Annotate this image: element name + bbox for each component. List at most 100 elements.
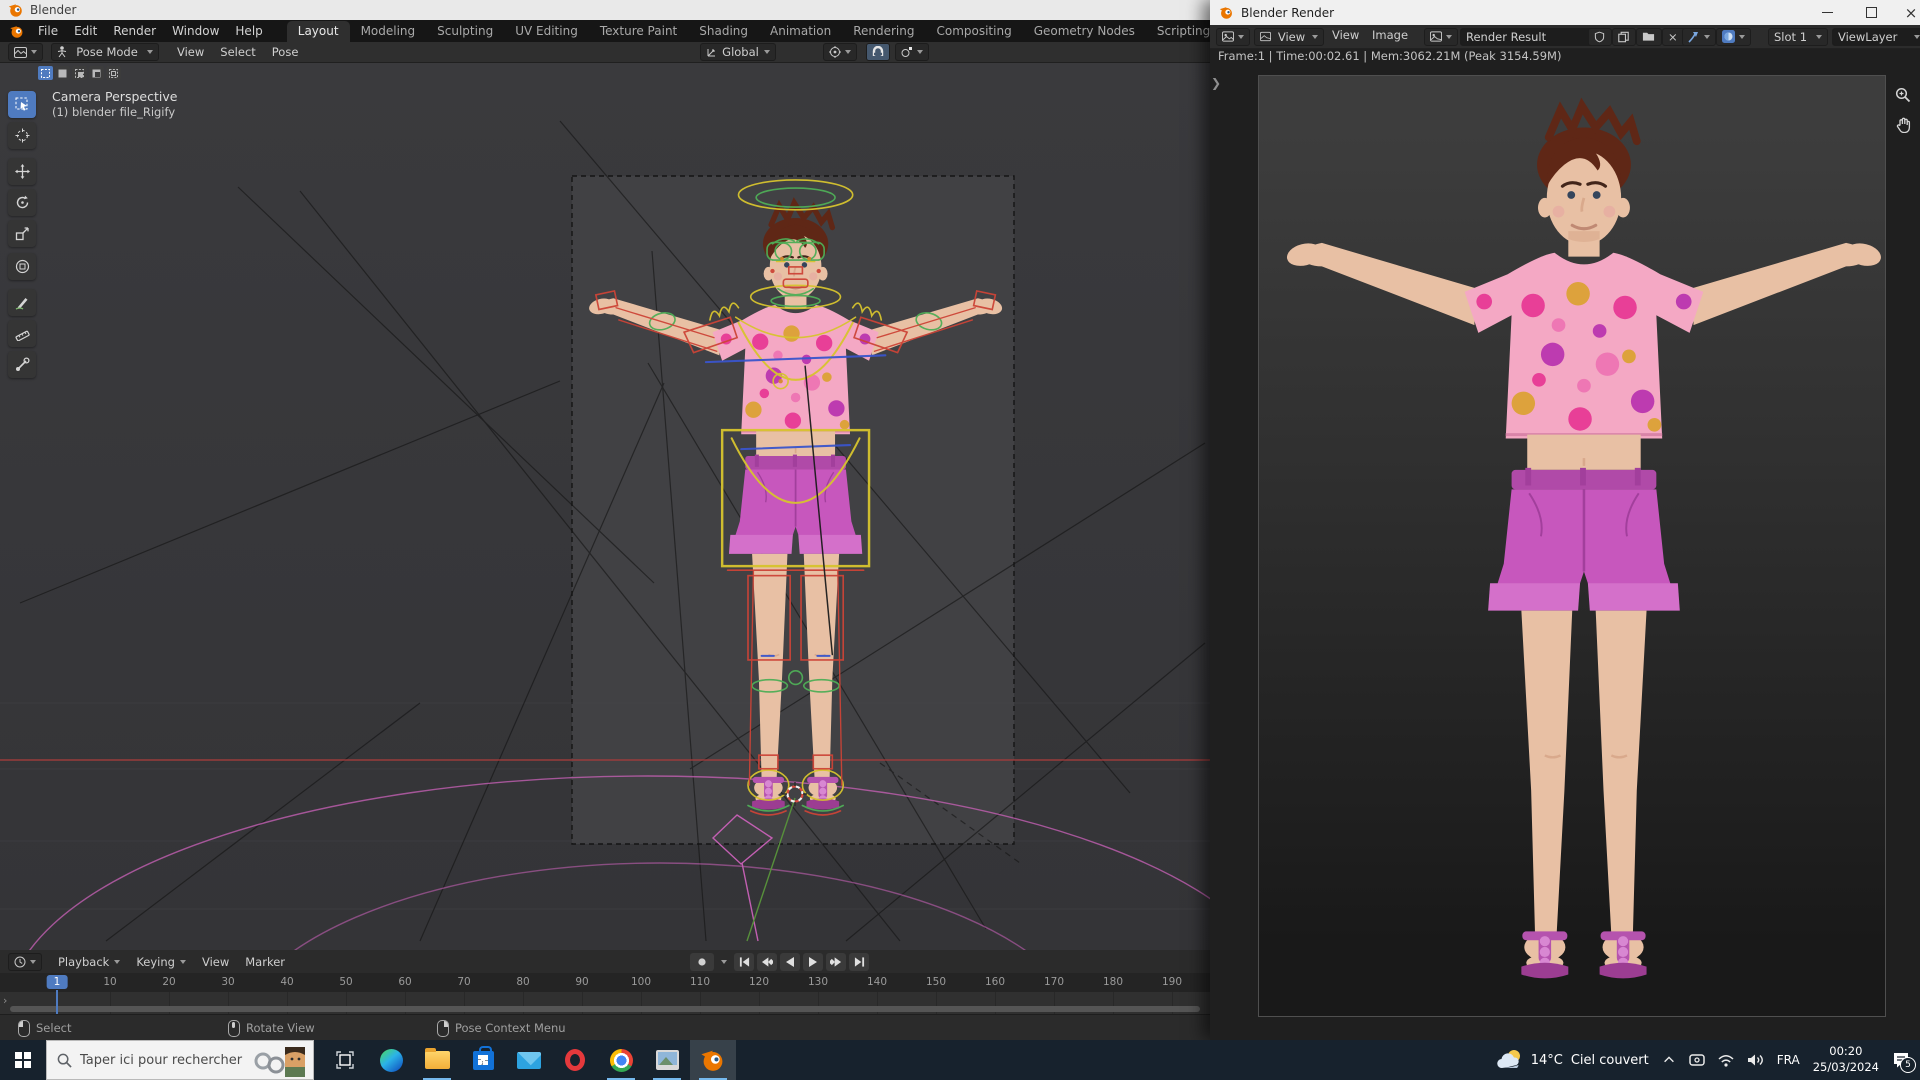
taskbar-clock[interactable]: 00:20 25/03/2024 [1813,1044,1879,1075]
next-keyframe-button[interactable] [826,952,846,971]
zoom-tool-button[interactable] [1892,84,1914,106]
maximize-button[interactable] [1854,0,1888,25]
snap-toggle-button[interactable] [866,43,890,61]
timeline-menu-keying[interactable]: Keying [128,955,194,969]
wifi-button[interactable] [1718,1054,1734,1067]
meet-now-button[interactable] [1688,1053,1705,1067]
taskbar-explorer[interactable] [414,1040,460,1080]
close-button[interactable]: × [1894,0,1920,25]
task-view-button[interactable] [322,1040,368,1080]
taskbar-mail[interactable] [506,1040,552,1080]
viewport-menu-view[interactable]: View [169,45,212,59]
mode-dropdown[interactable]: Pose Mode [51,43,159,61]
tool-select-box[interactable] [8,91,36,118]
slot-dropdown[interactable]: Slot 1 [1768,27,1828,46]
viewport-menu-pose[interactable]: Pose [264,45,307,59]
view-layer-dropdown[interactable]: ViewLayer [1832,27,1920,46]
auto-keying-button[interactable] [690,952,714,971]
menu-edit[interactable]: Edit [66,24,105,38]
weather-widget[interactable]: 14°C Ciel couvert [1495,1048,1649,1072]
new-image-button[interactable] [1612,27,1636,46]
current-frame-indicator[interactable]: 1 [46,974,68,989]
menu-file[interactable]: File [30,24,66,38]
taskbar-opera[interactable] [552,1040,598,1080]
jump-to-start-button[interactable] [734,952,754,971]
tab-geometry-nodes[interactable]: Geometry Nodes [1023,21,1146,42]
menu-window[interactable]: Window [164,24,227,38]
menu-help[interactable]: Help [227,24,270,38]
transform-orientation-dropdown[interactable]: Global [700,43,776,61]
select-mode-invert[interactable] [106,66,121,80]
proportional-editing-dropdown[interactable] [895,43,929,61]
tool-pose-breakdowner[interactable] [8,351,36,378]
language-indicator[interactable]: FRA [1777,1053,1800,1067]
tab-compositing[interactable]: Compositing [925,21,1022,42]
play-button[interactable] [803,952,823,971]
tool-scale[interactable] [8,220,36,247]
image-name-field[interactable]: Render Result [1460,27,1594,46]
start-button[interactable] [0,1040,46,1080]
taskbar-edge[interactable] [368,1040,414,1080]
sidebar-expand-icon[interactable]: ❯ [1211,76,1221,90]
pan-tool-button[interactable] [1892,114,1914,136]
keying-chevron-icon[interactable] [721,959,727,964]
image-browse-button[interactable] [1424,27,1458,46]
viewport-menu-select[interactable]: Select [212,45,263,59]
fake-user-button[interactable] [1588,27,1612,46]
image-mode-dropdown[interactable]: View [1254,27,1324,46]
taskbar-search[interactable]: Taper ici pour rechercher [46,1040,314,1080]
select-mode-new[interactable] [55,66,70,80]
timeline-tick: 20 [162,976,176,988]
render-menu-view[interactable]: View [1324,28,1367,42]
action-center-button[interactable]: 5 [1892,1051,1916,1073]
3d-viewport[interactable]: Camera Perspective (1) blender file_Rigi… [0,63,1210,950]
image-editor-type-button[interactable] [1216,27,1250,46]
pivot-point-dropdown[interactable] [823,43,857,61]
tab-shading[interactable]: Shading [688,21,759,42]
timeline-editor-type-button[interactable] [8,952,42,971]
open-image-button[interactable] [1636,27,1662,46]
taskbar-blender[interactable] [690,1040,736,1080]
tool-move[interactable] [8,158,36,185]
timeline-scrollbar[interactable] [10,1006,1200,1012]
tab-sculpting[interactable]: Sculpting [426,21,504,42]
prev-keyframe-button[interactable] [757,952,777,971]
select-mode-extend[interactable] [72,66,87,80]
jump-to-end-button[interactable] [849,952,869,971]
minimize-button[interactable] [1810,0,1844,25]
display-channels-dropdown[interactable] [1716,27,1751,46]
timeline-menu-view[interactable]: View [194,955,237,969]
tab-modeling[interactable]: Modeling [350,21,427,42]
editor-type-button[interactable] [8,43,43,61]
render-menu-image[interactable]: Image [1364,28,1416,42]
channel-expand-icon[interactable]: › [3,994,7,1007]
tool-annotate[interactable] [8,289,36,316]
gizmo-dropdown[interactable] [1682,27,1716,46]
tab-texture-paint[interactable]: Texture Paint [589,21,688,42]
tool-cursor[interactable] [8,122,36,149]
tool-transform[interactable] [8,253,36,280]
wifi-icon [1718,1054,1734,1067]
timeline-menu-playback[interactable]: Playback [50,955,128,969]
volume-button[interactable] [1747,1053,1764,1067]
tool-rotate[interactable] [8,189,36,216]
timeline-tick: 190 [1161,976,1183,988]
select-mode-tweak[interactable] [38,66,53,80]
menu-render[interactable]: Render [105,24,164,38]
playhead-line[interactable] [56,990,58,1014]
taskbar-photos[interactable] [644,1040,690,1080]
render-result-image[interactable] [1258,75,1886,1017]
blender-menu-logo-icon[interactable] [8,24,26,39]
tool-measure[interactable] [8,320,36,347]
tab-uv-editing[interactable]: UV Editing [504,21,589,42]
taskbar-chrome[interactable] [598,1040,644,1080]
tab-rendering[interactable]: Rendering [842,21,925,42]
timeline-menu-marker[interactable]: Marker [237,955,293,969]
select-mode-subtract[interactable] [89,66,104,80]
tab-layout[interactable]: Layout [286,21,350,42]
play-reverse-button[interactable] [780,952,800,971]
tray-expand-button[interactable] [1662,1053,1676,1067]
taskbar-store[interactable] [460,1040,506,1080]
viewport-canvas[interactable] [0,63,1210,950]
tab-animation[interactable]: Animation [759,21,842,42]
